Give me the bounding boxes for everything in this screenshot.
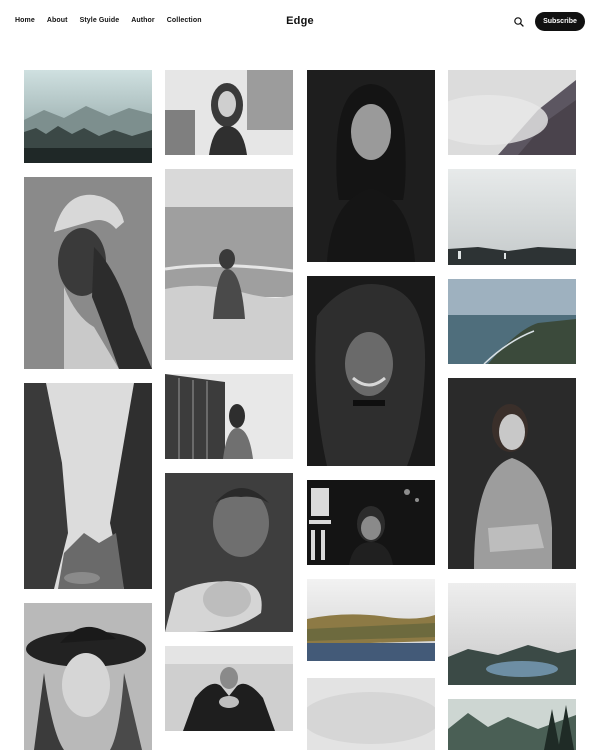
photo-neon-sign[interactable] [307,480,435,565]
photo-coastal-cliffs[interactable] [448,279,576,364]
photo-man-fist[interactable] [165,473,293,632]
photo-misty-canyon[interactable] [24,383,152,589]
photo-woman-window[interactable] [165,374,293,459]
photo-foggy-lake[interactable] [448,583,576,685]
photo-smiling-woman[interactable] [307,276,435,466]
photo-foggy-coast[interactable] [448,169,576,265]
photo-gallery [0,0,600,750]
photo-fog[interactable] [307,678,435,750]
photo-misty-forest[interactable] [24,70,152,163]
photo-beach-sitting[interactable] [165,169,293,360]
photo-short-hair-profile[interactable] [24,177,152,369]
photo-hoodie-woman[interactable] [448,378,576,569]
photo-woman-hat[interactable] [24,603,152,750]
photo-lake-valley[interactable] [307,579,435,664]
photo-woman-city-street[interactable] [165,70,293,155]
photo-forest-valley[interactable] [448,699,576,750]
photo-foggy-hillside[interactable] [448,70,576,155]
photo-arms-raised[interactable] [165,646,293,731]
photo-woman-dark[interactable] [307,70,435,262]
